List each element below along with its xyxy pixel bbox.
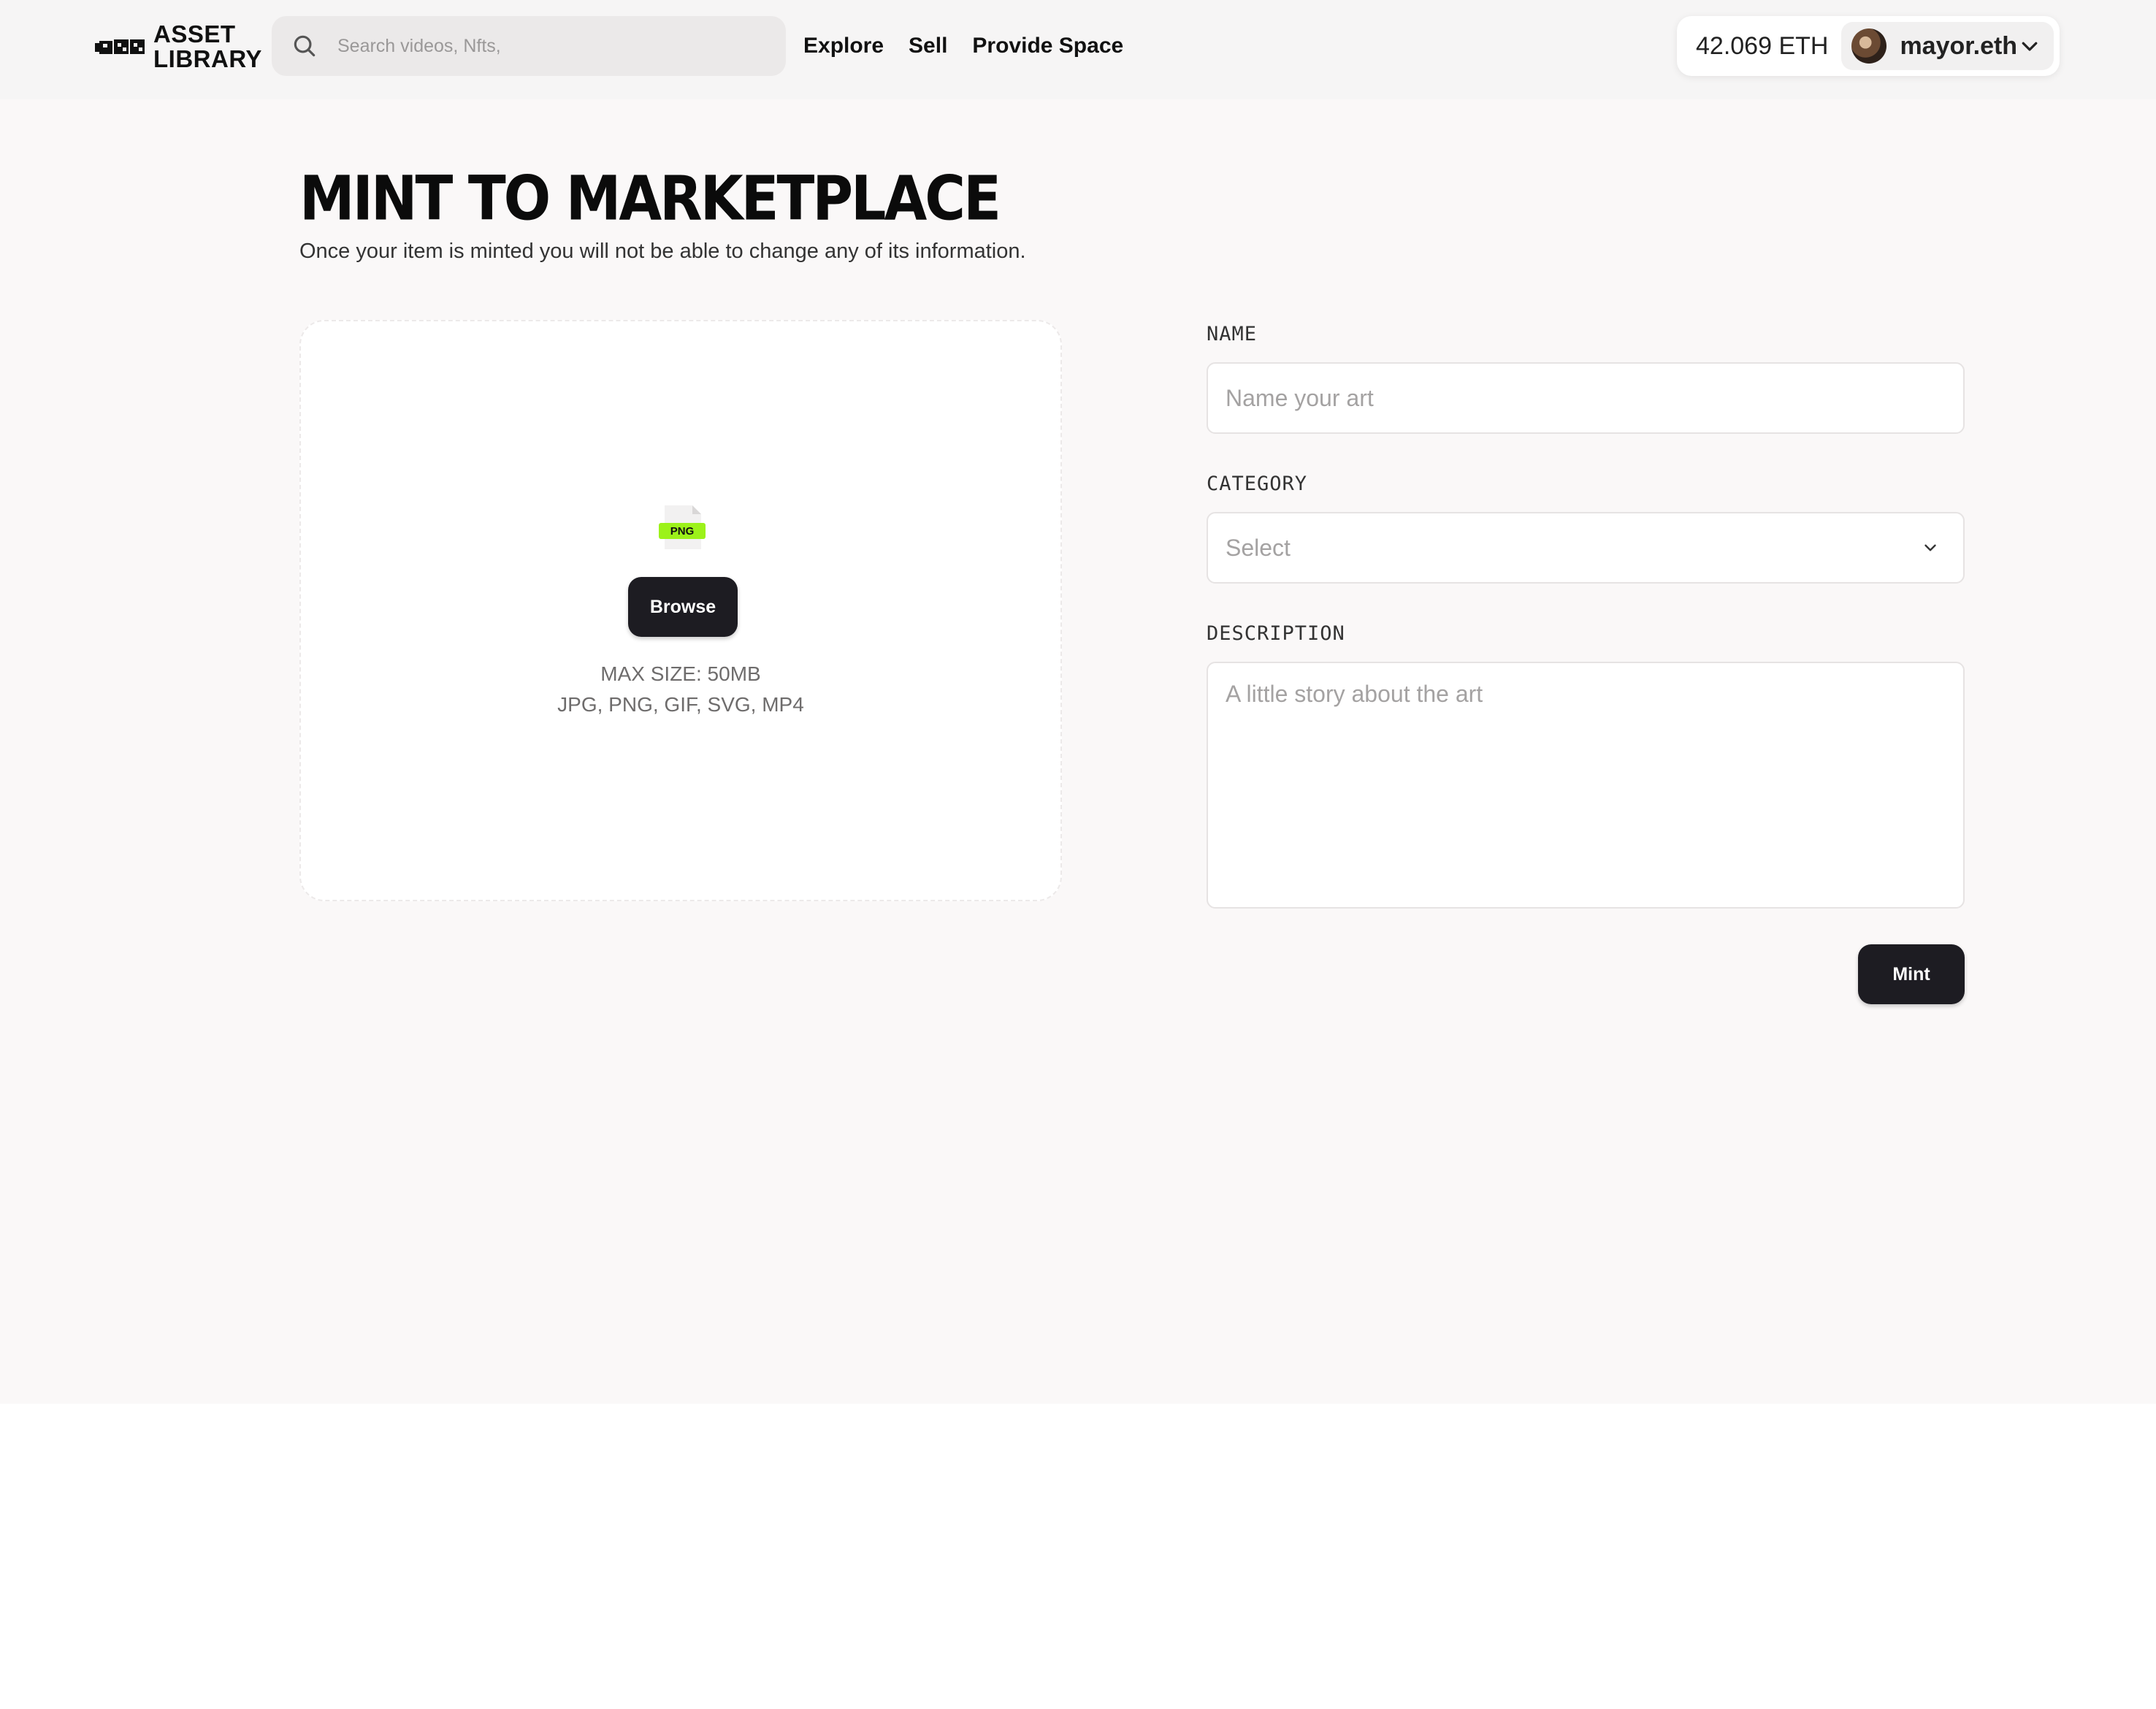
mint-page: MINT TO MARKETPLACE Once your item is mi… [0, 99, 2156, 1404]
search-bar[interactable] [272, 16, 786, 76]
file-badge-label: PNG [670, 525, 695, 538]
page-subtitle: Once your item is minted you will not be… [299, 240, 1026, 263]
logo-line-2: LIBRARY [153, 45, 262, 72]
asset-library-logo[interactable]: ASSET LIBRARY [95, 19, 262, 74]
category-label: CATEGORY [1207, 473, 1308, 495]
png-file-icon: PNG [659, 505, 706, 549]
category-select[interactable]: Select [1207, 512, 1965, 584]
browse-button[interactable]: Browse [628, 577, 738, 637]
mint-button[interactable]: Mint [1858, 944, 1965, 1004]
file-formats-text: JPG, PNG, GIF, SVG, MP4 [557, 693, 804, 716]
account-dropdown[interactable]: mayor.eth [1841, 22, 2054, 70]
wallet-widget: 42.069 ETH mayor.eth [1677, 16, 2060, 76]
chevron-down-icon [2022, 42, 2038, 51]
upload-requirements: MAX SIZE: 50MB JPG, PNG, GIF, SVG, MP4 [301, 659, 1060, 720]
top-nav-bar: ASSET LIBRARY Explore Sell Provide Space… [0, 0, 2156, 99]
avatar [1851, 28, 1887, 64]
search-icon [294, 35, 316, 57]
description-textarea[interactable] [1207, 662, 1965, 909]
logo-mark-icon [95, 39, 145, 54]
logo-line-1: ASSET [153, 20, 236, 47]
max-size-text: MAX SIZE: 50MB [600, 662, 761, 685]
name-input[interactable] [1207, 362, 1965, 434]
logo-text: ASSET LIBRARY [153, 22, 262, 72]
name-label: NAME [1207, 323, 1258, 345]
category-selected-value: Select [1226, 534, 1291, 561]
search-input[interactable] [336, 34, 786, 58]
eth-balance: 42.069 ETH [1696, 31, 1829, 60]
page-title: MINT TO MARKETPLACE [299, 162, 1001, 234]
description-label: DESCRIPTION [1207, 622, 1345, 645]
file-upload-dropzone[interactable]: PNG Browse MAX SIZE: 50MB JPG, PNG, GIF,… [299, 320, 1062, 901]
account-name: mayor.eth [1900, 31, 2018, 60]
chevron-down-icon [1924, 544, 1936, 551]
nav-provide-space-link[interactable]: Provide Space [972, 31, 1123, 61]
main-nav: Explore Sell Provide Space [803, 31, 1148, 61]
nav-sell-link[interactable]: Sell [909, 31, 947, 61]
nav-explore-link[interactable]: Explore [803, 31, 884, 61]
